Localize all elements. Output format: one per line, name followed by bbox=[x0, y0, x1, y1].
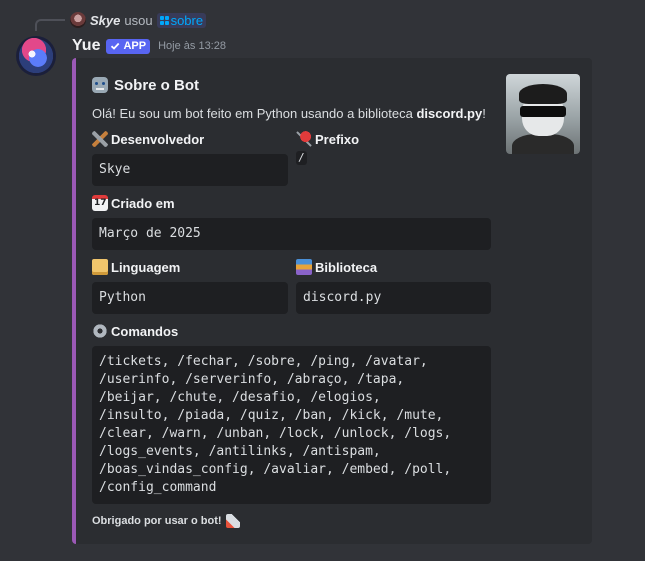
app-badge-label: APP bbox=[123, 40, 147, 52]
embed-thumbnail[interactable] bbox=[506, 74, 580, 154]
field-library-name: Biblioteca bbox=[315, 259, 378, 275]
embed-title: Sobre o Bot bbox=[92, 74, 199, 96]
field-prefix-value: / bbox=[296, 151, 307, 165]
message-header: Yue APP Hoje às 13:28 bbox=[72, 36, 226, 56]
field-commands-value: /tickets, /fechar, /sobre, /ping, /avata… bbox=[92, 346, 491, 504]
embed-footer: Obrigado por usar o bot! bbox=[92, 514, 240, 528]
embed: Sobre o Bot Olá! Eu sou um bot feito em … bbox=[72, 58, 592, 544]
description-end: ! bbox=[482, 106, 486, 121]
field-language-value: Python bbox=[92, 282, 288, 314]
books-icon bbox=[296, 259, 312, 275]
robot-icon bbox=[92, 77, 108, 93]
gear-icon bbox=[92, 323, 108, 339]
field-created-value: Março de 2025 bbox=[92, 218, 491, 250]
field-library-value: discord.py bbox=[296, 282, 491, 314]
app-badge: APP bbox=[106, 38, 151, 54]
reply-action: usou bbox=[124, 12, 153, 28]
field-language-name: Linguagem bbox=[111, 259, 181, 275]
timestamp[interactable]: Hoje às 13:28 bbox=[158, 40, 226, 52]
field-commands: Comandos /tickets, /fechar, /sobre, /pin… bbox=[92, 322, 491, 504]
field-library: Biblioteca discord.py bbox=[296, 258, 491, 314]
field-developer: Desenvolvedor Skye bbox=[92, 130, 288, 186]
reply-username[interactable]: Skye bbox=[90, 13, 120, 28]
calendar-icon bbox=[92, 195, 108, 211]
field-commands-name: Comandos bbox=[111, 323, 179, 339]
slash-command-chip[interactable]: sobre bbox=[156, 12, 207, 28]
footer-text: Obrigado por usar o bot! bbox=[92, 515, 222, 527]
field-prefix: Prefixo / bbox=[296, 130, 492, 166]
bot-avatar[interactable] bbox=[16, 36, 56, 76]
field-developer-name: Desenvolvedor bbox=[111, 131, 205, 147]
reply-avatar[interactable] bbox=[70, 12, 86, 28]
field-prefix-name: Prefixo bbox=[315, 131, 360, 147]
slash-command-name: sobre bbox=[170, 12, 204, 28]
reply-reference[interactable]: Skye usou sobre bbox=[70, 11, 207, 29]
pushpin-icon bbox=[296, 131, 312, 147]
description-library: discord.py bbox=[416, 106, 483, 121]
slash-command-icon bbox=[159, 15, 169, 25]
field-developer-value: Skye bbox=[92, 154, 288, 186]
rocket-icon bbox=[225, 514, 240, 528]
verified-check-icon bbox=[111, 42, 120, 50]
description-text: Olá! Eu sou um bot feito em Python usand… bbox=[92, 106, 417, 121]
embed-description: Olá! Eu sou um bot feito em Python usand… bbox=[92, 106, 486, 121]
embed-title-text: Sobre o Bot bbox=[114, 76, 199, 94]
scroll-icon bbox=[92, 259, 108, 275]
field-created-name: Criado em bbox=[111, 195, 175, 211]
field-language: Linguagem Python bbox=[92, 258, 288, 314]
hammer-wrench-icon bbox=[92, 131, 108, 147]
username[interactable]: Yue bbox=[72, 37, 100, 55]
field-created: Criado em Março de 2025 bbox=[92, 194, 491, 250]
reply-connector bbox=[35, 19, 65, 31]
